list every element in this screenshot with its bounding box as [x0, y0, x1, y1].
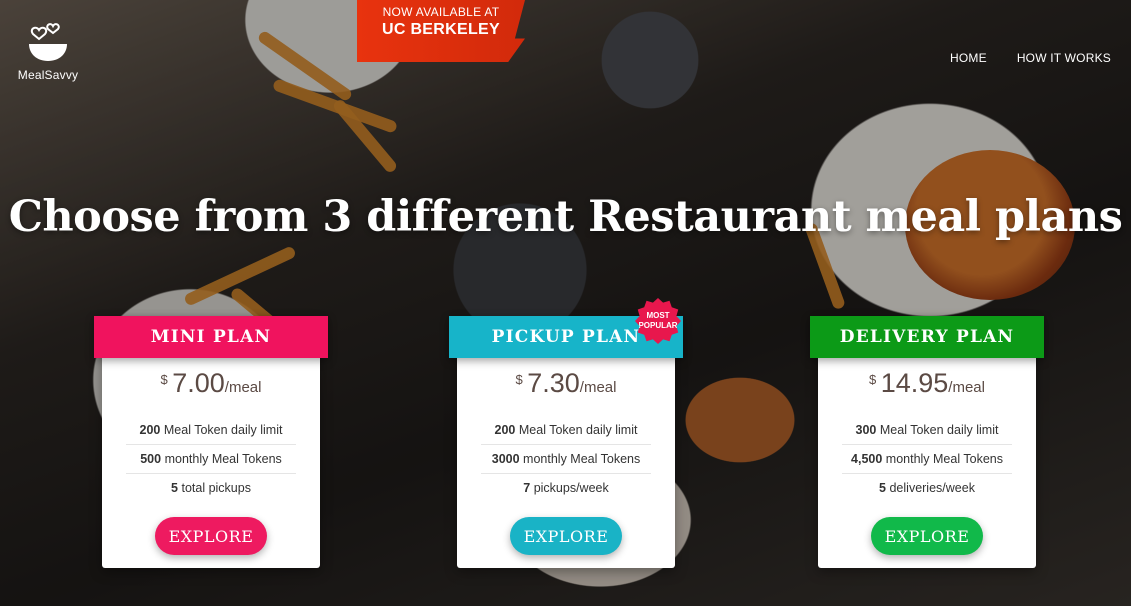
plan-card-delivery: DELIVERY PLAN $ 14.95/meal 300 Meal Toke…	[810, 316, 1044, 568]
feature-value: 300	[855, 423, 877, 437]
feature-list: 200 Meal Token daily limit 3000 monthly …	[481, 416, 651, 503]
feature-list: 300 Meal Token daily limit 4,500 monthly…	[842, 416, 1012, 503]
feature-value: 3000	[491, 452, 520, 466]
feature-item: 200 Meal Token daily limit	[126, 416, 296, 445]
feature-item: 3000 monthly Meal Tokens	[481, 445, 651, 474]
plan-price: $ 14.95/meal	[818, 368, 1036, 399]
feature-value: 5	[171, 481, 178, 495]
brand-name: MealSavvy	[17, 68, 79, 82]
feature-text: Meal Token daily limit	[163, 423, 283, 437]
price-currency: $	[160, 372, 168, 387]
plan-title: MINI PLAN	[94, 316, 328, 358]
hero-title: Choose from 3 different Restaurant meal …	[8, 192, 1123, 242]
feature-item: 200 Meal Token daily limit	[481, 416, 651, 445]
feature-text: Meal Token daily limit	[879, 423, 999, 437]
nav-home[interactable]: HOME	[950, 51, 987, 65]
feature-text: monthly Meal Tokens	[523, 452, 641, 466]
feature-text: monthly Meal Tokens	[164, 452, 282, 466]
feature-text: total pickups	[181, 481, 251, 495]
badge-line2: POPULAR	[638, 321, 678, 330]
plan-card-pickup: PICKUP PLAN MOST POPULAR $ 7.30/meal 200…	[449, 298, 683, 568]
feature-item: 5 total pickups	[126, 474, 296, 503]
price-amount: 7.00	[172, 368, 225, 398]
feature-item: 4,500 monthly Meal Tokens	[842, 445, 1012, 474]
brand-logo[interactable]: MealSavvy	[12, 20, 84, 82]
feature-list: 200 Meal Token daily limit 500 monthly M…	[126, 416, 296, 503]
explore-button-delivery[interactable]: EXPLORE	[871, 517, 983, 555]
feature-item: 500 monthly Meal Tokens	[126, 445, 296, 474]
feature-item: 7 pickups/week	[481, 474, 651, 503]
feature-value: 200	[139, 423, 161, 437]
feature-text: Meal Token daily limit	[518, 423, 638, 437]
price-unit: /meal	[579, 379, 617, 396]
price-currency: $	[869, 372, 877, 387]
feature-item: 300 Meal Token daily limit	[842, 416, 1012, 445]
feature-text: pickups/week	[533, 481, 609, 495]
explore-button-pickup[interactable]: EXPLORE	[510, 517, 622, 555]
feature-text: deliveries/week	[889, 481, 975, 495]
banner-line2: UC BERKELEY	[382, 21, 500, 38]
nav-how-it-works[interactable]: HOW IT WORKS	[1017, 51, 1111, 65]
feature-text: monthly Meal Tokens	[885, 452, 1003, 466]
top-nav: HOME HOW IT WORKS	[950, 51, 1111, 65]
price-unit: /meal	[224, 379, 262, 396]
price-amount: 7.30	[527, 368, 580, 398]
feature-value: 200	[494, 423, 516, 437]
plan-price: $ 7.00/meal	[102, 368, 320, 399]
plan-title: DELIVERY PLAN	[810, 316, 1044, 358]
banner-line1: NOW AVAILABLE AT	[382, 5, 500, 19]
explore-button-mini[interactable]: EXPLORE	[155, 517, 267, 555]
feature-value: 500	[140, 452, 162, 466]
plan-card-mini: MINI PLAN $ 7.00/meal 200 Meal Token dai…	[94, 316, 328, 568]
availability-banner[interactable]: NOW AVAILABLE AT UC BERKELEY	[357, 0, 525, 62]
price-currency: $	[515, 372, 523, 387]
price-amount: 14.95	[880, 368, 949, 398]
price-unit: /meal	[948, 379, 985, 396]
badge-line1: MOST	[646, 311, 670, 320]
feature-value: 7	[523, 481, 531, 495]
feature-value: 4,500	[851, 452, 883, 466]
feature-item: 5 deliveries/week	[842, 474, 1012, 503]
plan-price: $ 7.30/meal	[457, 368, 675, 399]
feature-value: 5	[879, 481, 886, 495]
bowl-hearts-icon	[29, 23, 67, 61]
